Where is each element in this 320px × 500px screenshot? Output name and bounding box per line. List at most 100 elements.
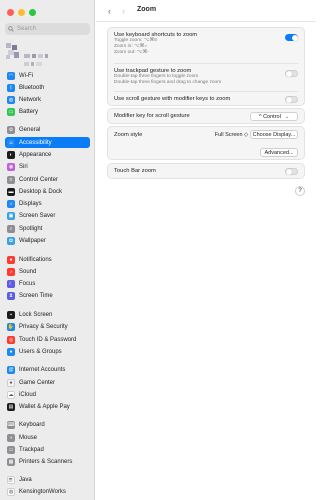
- forward-button[interactable]: ›: [122, 6, 130, 16]
- sidebar-item-label: Mouse: [19, 434, 38, 441]
- gear-icon: ⚙: [7, 125, 15, 134]
- zoom-style-popup[interactable]: Full Screen ◇: [214, 130, 249, 139]
- sidebar-item-control-center[interactable]: ≡ Control Center: [5, 174, 90, 185]
- keyboard-shortcuts-toggle[interactable]: [285, 34, 298, 41]
- sidebar-item-trackpad[interactable]: ▭ Trackpad: [5, 444, 90, 455]
- sidebar-item-users-groups[interactable]: ● Users & Groups: [5, 346, 90, 357]
- sidebar-item-accessibility[interactable]: ☺ Accessibility: [5, 137, 90, 148]
- sidebar-item-appearance[interactable]: ◐ Appearance: [5, 149, 90, 160]
- zoom-window-button[interactable]: [29, 9, 36, 16]
- sidebar-item-label: Wallpaper: [19, 237, 46, 244]
- spotlight-icon: ⌕: [7, 224, 15, 233]
- sidebar-item-sound[interactable]: ♪ Sound: [5, 266, 90, 277]
- sidebar-item-wallet-apple-pay[interactable]: ▤ Wallet & Apple Pay: [5, 401, 90, 412]
- sidebar-item-label: Bluetooth: [19, 84, 45, 91]
- modifier-key-card: Modifier key for scroll gesture ^ Contro…: [107, 108, 305, 124]
- sidebar-item-game-center[interactable]: ● Game Center: [5, 377, 90, 388]
- search-input[interactable]: Search: [5, 23, 90, 35]
- sidebar-item-label: Focus: [19, 280, 36, 287]
- zoom-settings-pane: Use keyboard shortcuts to zoom Toggle zo…: [96, 22, 316, 500]
- sidebar-item-label: Displays: [19, 200, 42, 207]
- touch-bar-card: Touch Bar zoom: [107, 163, 305, 179]
- privacy-icon: ✋: [7, 322, 15, 331]
- sidebar-item-icloud[interactable]: ☁ iCloud: [5, 389, 90, 400]
- sidebar-item-label: Battery: [19, 108, 39, 115]
- search-placeholder: Search: [17, 26, 37, 32]
- keyboard-icon: ⌨: [7, 420, 15, 429]
- sidebar-item-focus[interactable]: ☾ Focus: [5, 278, 90, 289]
- apple-id-profile[interactable]: [6, 42, 90, 66]
- sidebar-item-java[interactable]: ☕ Java: [5, 474, 90, 485]
- trackpad-gesture-toggle[interactable]: [285, 70, 298, 77]
- sidebar-item-label: Keyboard: [19, 421, 45, 428]
- wallet-icon: ▤: [7, 402, 15, 411]
- sidebar-item-label: Touch ID & Password: [19, 336, 77, 343]
- sidebar-item-label: General: [19, 126, 41, 133]
- sidebar-item-kensingtonworks[interactable]: ◍ KensingtonWorks: [5, 486, 90, 497]
- sidebar: Search ◠ Wi-Fi ᛒ Bluetooth ◍ Network ▭ Battery ⚙…: [0, 0, 95, 500]
- focus-icon: ☾: [7, 279, 15, 288]
- back-button[interactable]: ‹: [108, 6, 116, 16]
- modifier-key-popup[interactable]: ^ Control ⌄: [250, 112, 298, 121]
- sidebar-item-label: Wi-Fi: [19, 72, 33, 79]
- zoom-gestures-card: Use keyboard shortcuts to zoom Toggle zo…: [107, 27, 305, 106]
- wifi-icon: ◠: [7, 71, 15, 80]
- sidebar-item-lock-screen[interactable]: ▪ Lock Screen: [5, 309, 90, 320]
- close-window-button[interactable]: [7, 9, 14, 16]
- sidebar-item-displays[interactable]: ☼ Displays: [5, 198, 90, 209]
- sidebar-item-label: Screen Saver: [19, 212, 56, 219]
- icloud-icon: ☁: [7, 390, 15, 399]
- sidebar-item-internet-accounts[interactable]: @ Internet Accounts: [5, 364, 90, 375]
- sidebar-item-battery[interactable]: ▭ Battery: [5, 106, 90, 117]
- sidebar-item-label: Screen Time: [19, 292, 53, 299]
- sidebar-item-desktop-dock[interactable]: ▬ Desktop & Dock: [5, 186, 90, 197]
- kensington-icon: ◍: [7, 487, 15, 496]
- page-title: Zoom: [137, 6, 157, 13]
- control-center-icon: ≡: [7, 175, 15, 184]
- sidebar-item-screen-time[interactable]: ⧗ Screen Time: [5, 290, 90, 301]
- sidebar-item-keyboard[interactable]: ⌨ Keyboard: [5, 419, 90, 430]
- touch-bar-zoom-toggle[interactable]: [285, 168, 298, 175]
- zoom-style-value: Full Screen ◇: [214, 131, 249, 138]
- sidebar-item-label: Control Center: [19, 176, 59, 183]
- choose-display-button[interactable]: Choose Display...: [250, 130, 298, 139]
- sidebar-item-screen-saver[interactable]: ▣ Screen Saver: [5, 210, 90, 221]
- sidebar-item-label: Users & Groups: [19, 348, 62, 355]
- window-controls: [7, 9, 36, 16]
- toolbar: ‹ › Zoom: [96, 0, 316, 22]
- sidebar-item-wallpaper[interactable]: ✿ Wallpaper: [5, 235, 90, 246]
- battery-icon: ▭: [7, 107, 15, 116]
- advanced-label: Advanced...: [264, 149, 294, 156]
- search-icon: [8, 26, 14, 32]
- sidebar-item-mouse[interactable]: ◖ Mouse: [5, 432, 90, 443]
- sidebar-item-printers-scanners[interactable]: ▦ Printers & Scanners: [5, 456, 90, 467]
- globe-icon: ◍: [7, 95, 15, 104]
- mouse-icon: ◖: [7, 433, 15, 442]
- sidebar-item-touch-id-password[interactable]: ◎ Touch ID & Password: [5, 334, 90, 345]
- sidebar-item-notifications[interactable]: ● Notifications: [5, 254, 90, 265]
- minimize-window-button[interactable]: [18, 9, 25, 16]
- touch-bar-zoom-label: Touch Bar zoom: [114, 168, 156, 174]
- divider: [114, 91, 298, 92]
- sidebar-item-label: Printers & Scanners: [19, 458, 73, 465]
- zoom-out-shortcut: Zoom out: ⌥⌘-: [114, 50, 149, 55]
- sidebar-item-bluetooth[interactable]: ᛒ Bluetooth: [5, 82, 90, 93]
- sidebar-item-label: Network: [19, 96, 42, 103]
- sidebar-item-label: Appearance: [19, 151, 52, 158]
- screen-time-icon: ⧗: [7, 291, 15, 300]
- sidebar-item-privacy-security[interactable]: ✋ Privacy & Security: [5, 321, 90, 332]
- sidebar-item-wi-fi[interactable]: ◠ Wi-Fi: [5, 70, 90, 81]
- help-button[interactable]: ?: [295, 186, 305, 196]
- sidebar-item-label: Privacy & Security: [19, 323, 68, 330]
- scroll-gesture-toggle[interactable]: [285, 96, 298, 103]
- sidebar-item-label: Siri: [19, 163, 28, 170]
- sidebar-item-general[interactable]: ⚙ General: [5, 124, 90, 135]
- sidebar-item-siri[interactable]: ◉ Siri: [5, 161, 90, 172]
- sidebar-item-network[interactable]: ◍ Network: [5, 94, 90, 105]
- sidebar-item-spotlight[interactable]: ⌕ Spotlight: [5, 223, 90, 234]
- profile-subtitle-redacted: [24, 53, 64, 66]
- appearance-icon: ◐: [7, 150, 15, 159]
- profile-name-redacted: [24, 45, 64, 58]
- advanced-button[interactable]: Advanced...: [260, 148, 298, 157]
- modifier-key-value: ^ Control: [258, 113, 281, 120]
